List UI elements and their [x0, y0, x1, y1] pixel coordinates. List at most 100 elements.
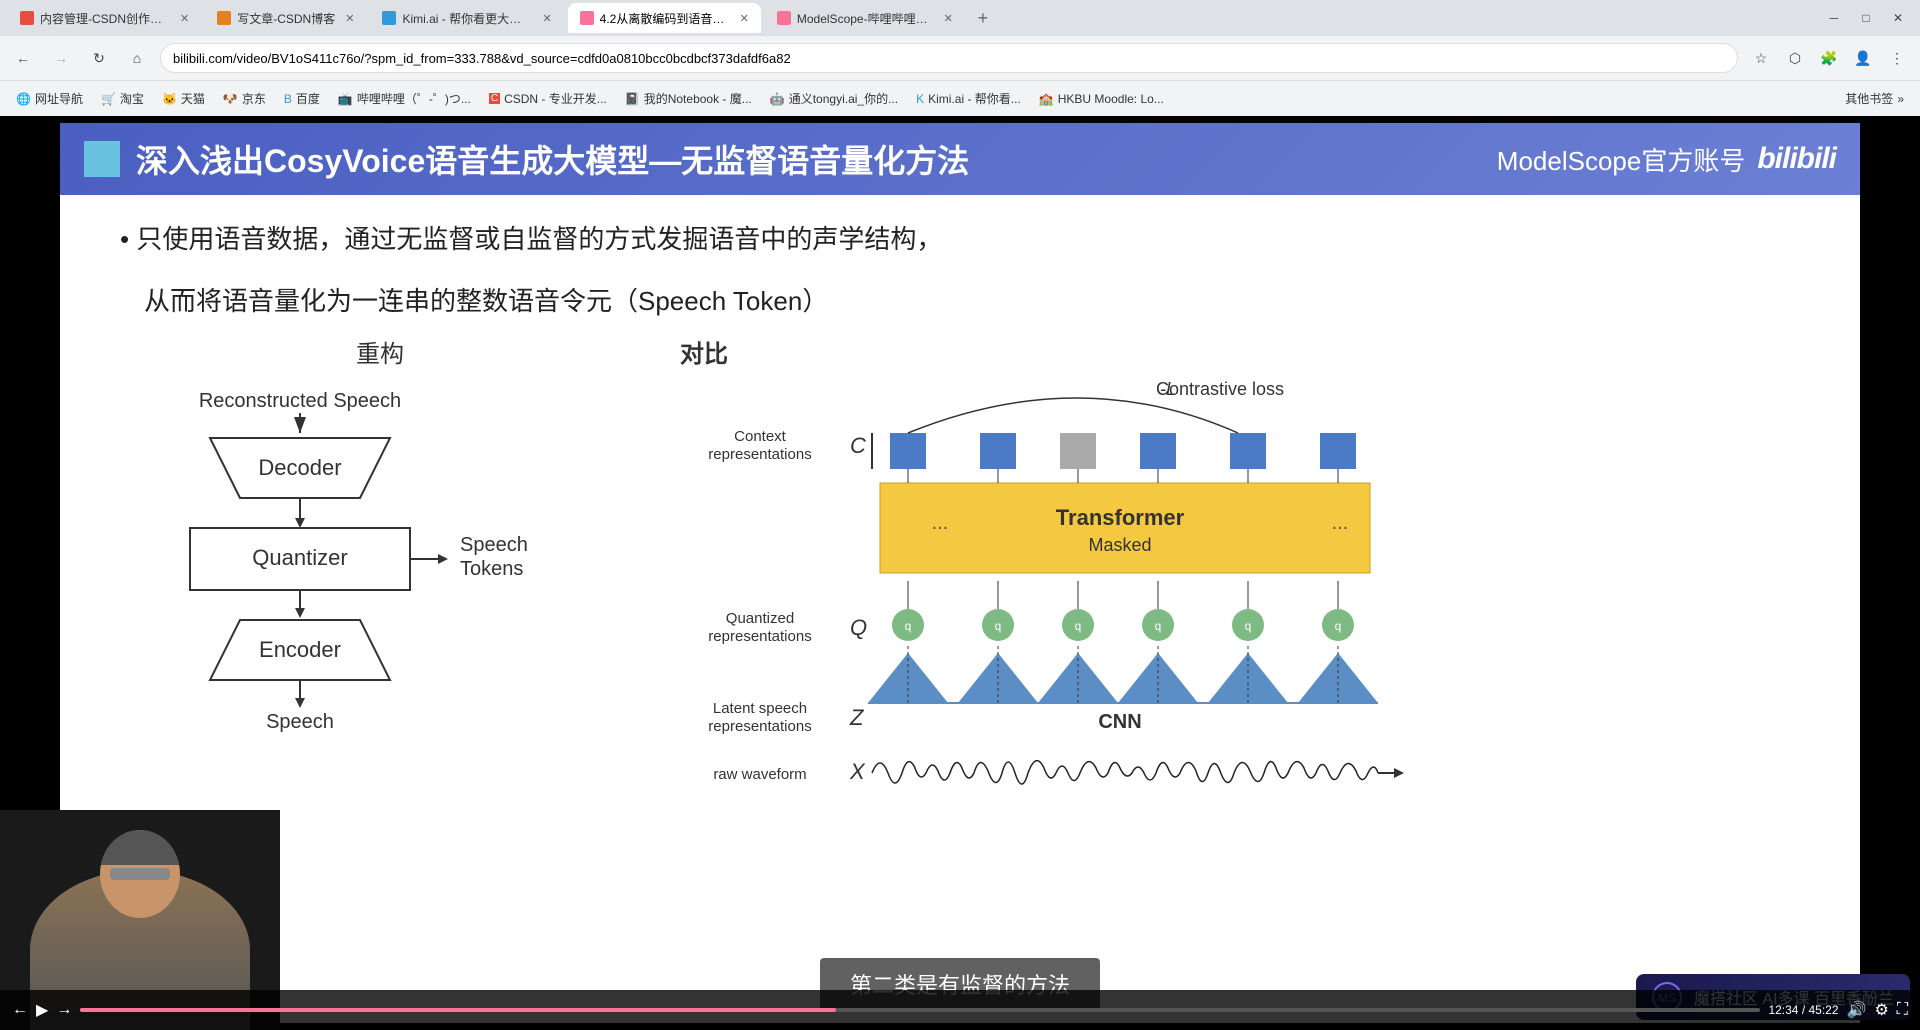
- bookmark-baidu[interactable]: B 百度: [276, 86, 328, 111]
- modelscope-logo-text: ModelScope官方账号: [1497, 141, 1746, 178]
- z-symbol: Z: [849, 705, 865, 730]
- arrow-right-head: [438, 554, 448, 564]
- bookmark-label-baidu: 百度: [296, 90, 320, 107]
- presenter-head: [100, 830, 180, 918]
- bookmark-webguide[interactable]: 🌐 网址导航: [8, 86, 91, 111]
- tab-close-1[interactable]: ✕: [180, 12, 189, 25]
- bookmark-taobao[interactable]: 🛒 淘宝: [93, 86, 152, 111]
- cnn-label: CNN: [1098, 711, 1141, 733]
- minimize-button[interactable]: ─: [1820, 4, 1848, 32]
- play-pause-button[interactable]: ▶: [36, 1000, 48, 1020]
- profile[interactable]: 👤: [1848, 43, 1878, 73]
- settings-button[interactable]: ⚙: [1874, 1000, 1888, 1020]
- arrow-4-head: [295, 698, 305, 708]
- slide-content: 深入浅出CosyVoice语音生成大模型—无监督语音量化方法 ModelScop…: [60, 123, 1860, 1023]
- extensions[interactable]: 🧩: [1814, 43, 1844, 73]
- forward-skip-button[interactable]: →: [56, 1001, 72, 1019]
- tab-csdn-write[interactable]: 写文章-CSDN博客 ✕: [205, 3, 366, 33]
- url-bar[interactable]: bilibili.com/video/BV1oS411c76o/?spm_id_…: [160, 43, 1738, 73]
- quant-repr-text2: representations: [708, 628, 811, 645]
- tab-kimi[interactable]: Kimi.ai - 帮你看更大的世界 ✕: [370, 3, 563, 33]
- bullet-text-line1: 只使用语音数据，通过无监督或自监督的方式发掘语音中的声学结构，: [120, 219, 1800, 261]
- arrow-3-head: [295, 608, 305, 618]
- left-labels-row: 重构: [356, 334, 404, 369]
- header-logo: ModelScope官方账号 bilibili: [1497, 141, 1836, 178]
- ellipsis-left: ...: [932, 512, 949, 534]
- menu[interactable]: ⋮: [1882, 43, 1912, 73]
- contrast-label: 对比: [680, 334, 728, 369]
- tab-csdn-content[interactable]: 内容管理-CSDN创作中心 ✕: [8, 3, 201, 33]
- address-actions: ☆ ⬡ 🧩 👤 ⋮: [1746, 43, 1912, 73]
- slide-header: 深入浅出CosyVoice语音生成大模型—无监督语音量化方法 ModelScop…: [60, 123, 1860, 195]
- contrastive-arc: [908, 398, 1238, 433]
- close-button[interactable]: ✕: [1884, 4, 1912, 32]
- progress-bar[interactable]: [80, 1008, 1760, 1012]
- q-symbol: Q: [850, 615, 867, 640]
- volume-button[interactable]: 🔊: [1847, 1000, 1867, 1020]
- bookmark-hkbu[interactable]: 🏫 HKBU Moodle: Lo...: [1031, 88, 1172, 110]
- tab-favicon-1: [20, 11, 34, 25]
- fullscreen-button[interactable]: ⛶: [1897, 1001, 1908, 1019]
- time-display: 12:34 / 45:22: [1768, 1003, 1838, 1017]
- bookmark-kimi[interactable]: K Kimi.ai - 帮你看...: [908, 86, 1029, 111]
- bullet-text-line2: 从而将语音量化为一连串的整数语音令元（Speech Token）: [144, 281, 1800, 318]
- bookmark-label-csdn: CSDN - 专业开发...: [504, 90, 607, 107]
- back-button[interactable]: ←: [8, 43, 38, 73]
- address-bar: ← → ↻ ⌂ bilibili.com/video/BV1oS411c76o/…: [0, 36, 1920, 80]
- tab-close-5[interactable]: ✕: [944, 12, 953, 25]
- bookmark-jingdong[interactable]: 🐶 京东: [215, 86, 274, 111]
- bookmark-tongyi[interactable]: 🤖 通义tongyi.ai_你的...: [762, 86, 906, 111]
- bookmark-star[interactable]: ☆: [1746, 43, 1776, 73]
- bookmark-bilibili[interactable]: 📺 哔哩哔哩（゜-゜)つ...: [330, 86, 479, 111]
- slide-title: 深入浅出CosyVoice语音生成大模型—无监督语音量化方法: [136, 136, 969, 182]
- bookmark-notebook[interactable]: 📓 我的Notebook - 魔...: [617, 86, 760, 111]
- tab-close-3[interactable]: ✕: [542, 12, 551, 25]
- tab-label-5: ModelScope-哔哩哔哩_bilibili: [797, 10, 934, 27]
- c-symbol: C: [850, 433, 866, 458]
- bookmark-csdn[interactable]: C CSDN - 专业开发...: [481, 86, 615, 111]
- new-tab-button[interactable]: +: [969, 4, 997, 32]
- bookmark-label-tmall: 天猫: [181, 90, 205, 107]
- presenter-glasses: [110, 868, 170, 880]
- maximize-button[interactable]: □: [1852, 4, 1880, 32]
- back-skip-button[interactable]: ←: [12, 1001, 28, 1019]
- context-repr-text: Context: [734, 428, 787, 445]
- quant-repr-text: Quantized: [726, 610, 794, 627]
- reconstructed-speech-text: Reconstructed Speech: [199, 390, 401, 412]
- video-container: 深入浅出CosyVoice语音生成大模型—无监督语音量化方法 ModelScop…: [0, 116, 1920, 1030]
- tab-close-2[interactable]: ✕: [345, 12, 354, 25]
- header-icon-box: [84, 141, 120, 177]
- q-label-5: q: [1245, 619, 1252, 633]
- waveform-path: [872, 760, 1378, 783]
- tab-modelscope[interactable]: ModelScope-哔哩哔哩_bilibili ✕: [765, 3, 965, 33]
- playback-controls: ← ▶ → 12:34 / 45:22 🔊 ⚙ ⛶: [0, 990, 1920, 1030]
- screen-cast[interactable]: ⬡: [1780, 43, 1810, 73]
- q-label-1: q: [905, 619, 912, 633]
- forward-button[interactable]: →: [46, 43, 76, 73]
- presenter-hair: [100, 830, 180, 865]
- speech-tokens-label2: Tokens: [460, 558, 523, 580]
- x-symbol: X: [849, 759, 866, 784]
- right-chart-svg: Contrastive loss -L Context representati…: [680, 373, 1440, 853]
- bookmark-others[interactable]: 其他书签 »: [1837, 86, 1912, 111]
- reload-button[interactable]: ↻: [84, 43, 114, 73]
- url-text: bilibili.com/video/BV1oS411c76o/?spm_id_…: [173, 51, 791, 66]
- tab-close-4[interactable]: ✕: [740, 12, 749, 25]
- bookmark-label-hkbu: HKBU Moodle: Lo...: [1058, 92, 1164, 106]
- waveform-arrow-head: [1394, 768, 1404, 778]
- bookmark-tmall[interactable]: 🐱 天猫: [154, 86, 213, 111]
- diagram-section: 重构 Reconstructed Speech: [120, 334, 1800, 999]
- bookmark-label-tongyi: 通义tongyi.ai_你的...: [789, 90, 898, 107]
- bilibili-logo-text: bilibili: [1757, 142, 1836, 176]
- q-label-6: q: [1335, 619, 1342, 633]
- progress-fill: [80, 1008, 836, 1012]
- home-button[interactable]: ⌂: [122, 43, 152, 73]
- tab-bilibili-video[interactable]: 4.2从离散编码到语音生成:... ✕: [568, 3, 761, 33]
- ctx-sq-2: [980, 433, 1016, 469]
- speech-tokens-label: Speech: [460, 534, 528, 556]
- encoder-label: Encoder: [259, 637, 341, 662]
- ctx-sq-5: [1320, 433, 1356, 469]
- bookmark-label-notebook: 我的Notebook - 魔...: [644, 90, 752, 107]
- q-label-2: q: [995, 619, 1002, 633]
- bookmarks-bar: 🌐 网址导航 🛒 淘宝 🐱 天猫 🐶 京东 B 百度 📺 哔哩哔哩（゜-゜)つ.…: [0, 80, 1920, 116]
